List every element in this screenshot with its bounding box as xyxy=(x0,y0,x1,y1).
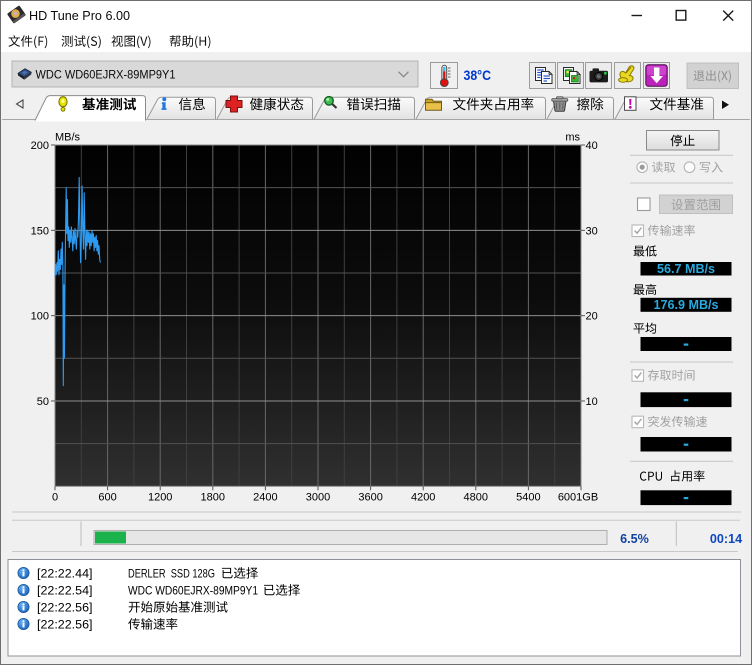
svg-text:600: 600 xyxy=(98,492,116,504)
svg-text:150: 150 xyxy=(31,225,49,237)
svg-text:2400: 2400 xyxy=(253,492,277,504)
svg-text:100: 100 xyxy=(31,311,49,323)
svg-text:38°C: 38°C xyxy=(464,68,492,83)
svg-text:[22:22.56]: [22:22.56] xyxy=(37,617,93,631)
svg-text:ms: ms xyxy=(565,132,580,144)
svg-text:6.5%: 6.5% xyxy=(620,532,649,546)
svg-text:10: 10 xyxy=(586,396,598,408)
svg-text:50: 50 xyxy=(37,396,49,408)
svg-text:HD Tune Pro 6.00: HD Tune Pro 6.00 xyxy=(29,8,130,23)
svg-text:40: 40 xyxy=(586,140,598,152)
svg-text:176.9 MB/s: 176.9 MB/s xyxy=(653,298,718,312)
svg-text:WDC WD60EJRX-89MP9Y1: WDC WD60EJRX-89MP9Y1 xyxy=(36,67,176,81)
svg-text:00:14: 00:14 xyxy=(710,532,742,546)
svg-text:56.7 MB/s: 56.7 MB/s xyxy=(657,262,715,276)
svg-text:[22:22.44]: [22:22.44] xyxy=(37,566,93,580)
svg-text:0: 0 xyxy=(52,492,58,504)
svg-text:DERLER SSD 128G: DERLER SSD 128G xyxy=(128,566,215,580)
svg-text:20: 20 xyxy=(586,311,598,323)
svg-text:WDC WD60EJRX-89MP9Y1: WDC WD60EJRX-89MP9Y1 xyxy=(128,583,258,597)
svg-text:MB/s: MB/s xyxy=(55,132,81,144)
svg-text:3000: 3000 xyxy=(306,492,330,504)
svg-text:5400: 5400 xyxy=(516,492,540,504)
svg-text:200: 200 xyxy=(31,140,49,152)
svg-text:[22:22.54]: [22:22.54] xyxy=(37,583,93,597)
svg-text:[22:22.56]: [22:22.56] xyxy=(37,600,93,614)
svg-text:4800: 4800 xyxy=(464,492,488,504)
svg-text:4200: 4200 xyxy=(411,492,435,504)
svg-text:30: 30 xyxy=(586,225,598,237)
svg-text:6001GB: 6001GB xyxy=(558,492,598,504)
svg-text:1800: 1800 xyxy=(201,492,225,504)
svg-text:3600: 3600 xyxy=(358,492,382,504)
svg-text:1200: 1200 xyxy=(148,492,172,504)
